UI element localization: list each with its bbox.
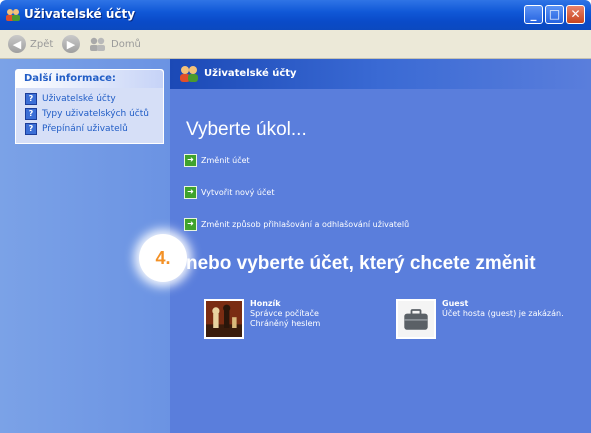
step-number-badge: 4.: [139, 234, 187, 282]
account-name: Honzík: [250, 299, 281, 308]
forward-button[interactable]: ▶: [62, 34, 80, 54]
task-change-logon[interactable]: ➜ Změnit způsob přihlašování a odhlašová…: [184, 218, 409, 231]
green-arrow-icon: ➜: [184, 186, 197, 199]
more-info-links: ? Uživatelské účty ? Typy uživatelských …: [16, 88, 163, 143]
task-label: Změnit účet: [201, 156, 250, 165]
task-label: Změnit způsob přihlašování a odhlašování…: [201, 220, 410, 229]
content-title: Uživatelské účty: [204, 68, 297, 79]
link-account-types[interactable]: ? Typy uživatelských účtů: [16, 106, 163, 121]
maximize-icon: □: [548, 7, 561, 21]
close-icon: ✕: [570, 7, 581, 21]
help-icon: ?: [25, 122, 37, 135]
green-arrow-icon: ➜: [184, 218, 197, 231]
close-button[interactable]: ✕: [566, 5, 585, 24]
briefcase-avatar: [396, 299, 436, 339]
help-icon: ?: [25, 92, 37, 105]
user-accounts-icon: [180, 66, 198, 82]
account-name: Guest: [442, 299, 469, 308]
user-accounts-window: Uživatelské účty _ □ ✕ ◀ Zpět ▶ Domů Dal…: [0, 0, 591, 433]
main-area: Další informace: ? Uživatelské účty ? Ty…: [0, 59, 591, 433]
more-info-box: Další informace: ? Uživatelské účty ? Ty…: [15, 69, 164, 144]
back-arrow-icon: ◀: [8, 35, 26, 53]
content-header: Uživatelské účty: [170, 59, 591, 89]
link-switch-users[interactable]: ? Přepínání uživatelů: [16, 121, 163, 136]
account-honzik[interactable]: Honzík Správce počítače Chráněný heslem: [204, 299, 320, 339]
home-button[interactable]: Domů: [88, 34, 141, 54]
account-info: Guest Účet hosta (guest) je zakázán.: [442, 299, 564, 339]
home-users-icon: [90, 37, 105, 51]
user-accounts-icon: [6, 9, 20, 21]
account-info: Honzík Správce počítače Chráněný heslem: [250, 299, 320, 339]
task-label: Vytvořit nový účet: [201, 188, 275, 197]
minimize-button[interactable]: _: [524, 5, 543, 24]
window-title: Uživatelské účty: [24, 7, 136, 21]
forward-arrow-icon: ▶: [62, 35, 80, 53]
account-status: Chráněný heslem: [250, 319, 321, 328]
back-label: Zpět: [30, 38, 54, 50]
account-status: Účet hosta (guest) je zakázán.: [442, 309, 564, 318]
account-guest[interactable]: Guest Účet hosta (guest) je zakázán.: [396, 299, 564, 339]
account-role: Správce počítače: [250, 309, 319, 318]
help-icon: ?: [25, 107, 37, 120]
chess-avatar: [204, 299, 244, 339]
task-change-account[interactable]: ➜ Změnit účet: [184, 154, 250, 167]
link-label: Uživatelské účty: [42, 93, 116, 104]
link-user-accounts[interactable]: ? Uživatelské účty: [16, 91, 163, 106]
link-label: Přepínání uživatelů: [42, 123, 128, 134]
link-label: Typy uživatelských účtů: [42, 108, 149, 119]
title-bar[interactable]: Uživatelské účty _ □ ✕: [0, 0, 591, 30]
more-info-heading: Další informace:: [16, 70, 163, 88]
task-create-account[interactable]: ➜ Vytvořit nový účet: [184, 186, 274, 199]
maximize-button[interactable]: □: [545, 5, 564, 24]
pick-account-heading: nebo vyberte účet, který chcete změnit: [186, 253, 536, 274]
green-arrow-icon: ➜: [184, 154, 197, 167]
content-pane: Uživatelské účty Vyberte úkol... ➜ Změni…: [170, 59, 591, 433]
pick-task-heading: Vyberte úkol...: [186, 119, 307, 140]
toolbar: ◀ Zpět ▶ Domů: [0, 30, 591, 59]
home-label: Domů: [111, 38, 141, 50]
minimize-icon: _: [530, 7, 537, 21]
back-button[interactable]: ◀ Zpět: [8, 34, 53, 54]
